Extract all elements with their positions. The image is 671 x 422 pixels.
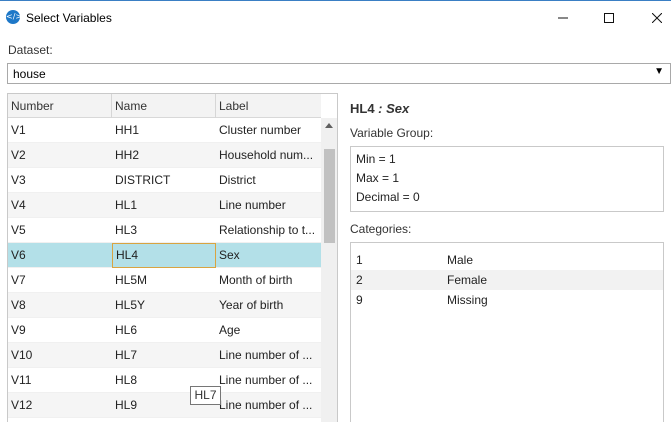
cell-label: Line number of ... — [219, 373, 313, 387]
cell-label: District — [219, 173, 256, 187]
close-icon — [652, 13, 662, 23]
cell-label: Sex — [219, 248, 240, 262]
cell-name: HH1 — [115, 123, 140, 137]
cell-name: HL3 — [115, 223, 138, 237]
cell-name: HL4 — [112, 243, 216, 268]
cell-number: V2 — [11, 148, 26, 162]
table-row[interactable]: V11 HL8 Line number of ... — [8, 368, 321, 393]
table-row[interactable]: V1 HH1 Cluster number — [8, 118, 321, 143]
variable-title-separator: : — [374, 101, 387, 116]
cell-label: Cluster number — [219, 123, 302, 137]
table-row[interactable]: V5 HL3 Relationship to t... — [8, 218, 321, 243]
table-row[interactable]: V12 HL9 Line number of ... — [8, 393, 321, 418]
cell-name: HL5Y — [115, 298, 146, 312]
minimize-icon — [558, 17, 568, 19]
cell-name: HL5M — [115, 273, 148, 287]
dataset-value: house — [13, 67, 46, 81]
table-row[interactable]: V9 HL6 Age — [8, 318, 321, 343]
cell-number: V4 — [11, 198, 26, 212]
category-label: Missing — [447, 293, 488, 307]
stat-decimal: Decimal = 0 — [356, 190, 420, 204]
cell-name: HH2 — [115, 148, 140, 162]
dropdown-arrow-icon: ▼ — [654, 66, 664, 77]
categories-list: 1 Male 2 Female 9 Missing — [350, 242, 664, 422]
table-row[interactable]: V10 HL7 Line number of ... — [8, 343, 321, 368]
cell-number: V3 — [11, 173, 26, 187]
table-row[interactable]: V3 DISTRICT District — [8, 168, 321, 193]
table-body: V1 HH1 Cluster number V2 HH2 Household num...… — [8, 118, 321, 418]
cell-number: V6 — [11, 248, 26, 262]
stat-max: Max = 1 — [356, 171, 400, 185]
cell-label: Household num... — [219, 148, 314, 162]
stat-min: Min = 1 — [356, 152, 396, 166]
cell-label: Line number of ... — [219, 348, 313, 362]
category-label: Female — [447, 273, 488, 287]
category-code: 2 — [356, 273, 363, 287]
cell-label: Line number of ... — [219, 398, 313, 412]
cell-number: V10 — [11, 348, 33, 362]
cell-name: DISTRICT — [115, 173, 171, 187]
table-row[interactable]: V6 HL4 Sex — [8, 243, 321, 268]
table-header: Number Name Label — [8, 94, 321, 118]
cell-label: Line number — [219, 198, 286, 212]
cell-number: V9 — [11, 323, 26, 337]
dataset-dropdown[interactable]: house ▼ — [7, 63, 671, 84]
cell-number: V7 — [11, 273, 26, 287]
maximize-button[interactable] — [586, 1, 632, 35]
cell-number: V1 — [11, 123, 26, 137]
variable-title-name: HL4 — [350, 101, 375, 116]
cell-number: V11 — [11, 373, 32, 387]
category-row: 2 Female — [351, 270, 663, 290]
variable-title: HL4 : Sex — [350, 101, 409, 116]
cell-number: V12 — [11, 398, 33, 412]
categories-label: Categories: — [350, 222, 412, 236]
variables-table: Number Name Label V1 HH1 Cluster number V2 H… — [7, 93, 338, 422]
category-label: Male — [447, 253, 474, 267]
category-row: 9 Missing — [351, 290, 663, 310]
cell-label: Month of birth — [219, 273, 293, 287]
variable-group-box: Min = 1 Max = 1 Decimal = 0 — [350, 146, 664, 212]
category-row: 1 Male — [351, 250, 663, 270]
cell-label: Relationship to t... — [219, 223, 316, 237]
cell-number: V5 — [11, 223, 26, 237]
window-title: Select Variables — [26, 11, 112, 25]
column-header-name[interactable]: Name — [112, 94, 216, 118]
category-code: 9 — [356, 293, 363, 307]
tooltip: HL7 — [190, 386, 221, 405]
title-bar: </> Select Variables — [0, 0, 671, 35]
maximize-icon — [604, 13, 614, 23]
cell-number: V8 — [11, 298, 26, 312]
column-header-label[interactable]: Label — [216, 94, 321, 118]
variable-group-label: Variable Group: — [350, 126, 434, 140]
table-row[interactable]: V7 HL5M Month of birth — [8, 268, 321, 293]
minimize-button[interactable] — [540, 1, 586, 35]
variable-title-label: Sex — [386, 101, 410, 116]
cell-name: HL6 — [115, 323, 138, 337]
column-header-number[interactable]: Number — [8, 94, 112, 118]
cell-label: Year of birth — [219, 298, 284, 312]
cell-label: Age — [219, 323, 241, 337]
cell-name: HL1 — [115, 198, 138, 212]
category-code: 1 — [356, 253, 363, 267]
cell-name: HL7 — [115, 348, 138, 362]
table-row[interactable]: V8 HL5Y Year of birth — [8, 293, 321, 318]
table-row[interactable]: V4 HL1 Line number — [8, 193, 321, 218]
table-row[interactable]: V2 HH2 Household num... — [8, 143, 321, 168]
code-brackets-icon: </> — [6, 10, 22, 24]
close-button[interactable] — [634, 1, 671, 35]
scroll-up-arrow-icon[interactable] — [325, 123, 333, 128]
vertical-scrollbar[interactable] — [321, 118, 337, 422]
dataset-label: Dataset: — [8, 43, 53, 57]
scrollbar-thumb[interactable] — [324, 149, 335, 243]
